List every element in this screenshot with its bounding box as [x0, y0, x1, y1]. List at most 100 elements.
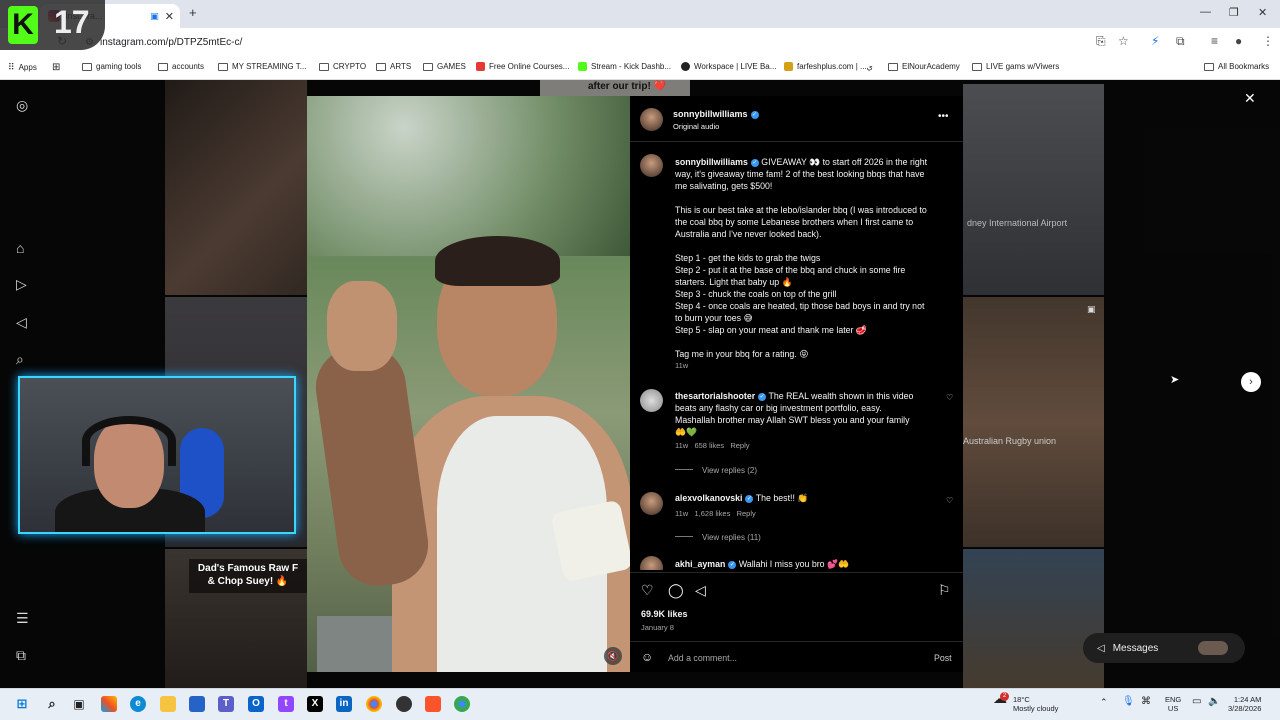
- post-comment-button[interactable]: Post: [934, 653, 952, 663]
- chrome-profile-icon[interactable]: [454, 696, 470, 712]
- messages-icon[interactable]: ◁: [16, 314, 27, 331]
- address-bar[interactable]: ⚙ instagram.com/p/DTPZ5mtEc-c/: [85, 33, 1145, 51]
- instagram-logo-icon[interactable]: ◎: [16, 97, 28, 114]
- display-icon[interactable]: ▭: [1192, 697, 1201, 707]
- tab-media-icon[interactable]: ▣: [150, 11, 159, 22]
- bookmark-star-icon[interactable]: ☆: [1118, 34, 1129, 48]
- mute-icon[interactable]: 🔇: [604, 647, 622, 665]
- reply-button[interactable]: Reply: [737, 509, 756, 518]
- network-icon[interactable]: ⌘: [1141, 697, 1151, 707]
- commenter-avatar[interactable]: [640, 492, 663, 515]
- verified-icon: ✓: [728, 561, 737, 569]
- more-options-icon[interactable]: •••: [938, 111, 949, 122]
- bookmark-gaming-tools[interactable]: gaming tools: [82, 62, 141, 71]
- comment-username[interactable]: thesartorialshooter: [675, 391, 755, 401]
- microphone-icon[interactable]: 🎙: [1122, 697, 1135, 707]
- x-icon[interactable]: X: [307, 696, 323, 712]
- bookmark-accounts[interactable]: accounts: [158, 62, 204, 71]
- view-replies-button[interactable]: View replies (11): [675, 533, 761, 542]
- extensions-puzzle-icon[interactable]: ⧉: [1176, 34, 1185, 49]
- tab-close-icon[interactable]: ✕: [165, 10, 174, 23]
- copilot-icon[interactable]: [101, 696, 117, 712]
- twitch-icon[interactable]: t: [278, 696, 294, 712]
- language-indicator[interactable]: ENG US: [1165, 695, 1181, 713]
- likes-count[interactable]: 69.9K likes: [641, 609, 688, 619]
- tab-groups-icon[interactable]: ⊞: [52, 62, 60, 73]
- bookmark-apps[interactable]: ⠿ Apps: [8, 62, 37, 73]
- like-icon[interactable]: ♡: [641, 582, 654, 599]
- also-from-meta-icon[interactable]: ⧉: [16, 647, 26, 664]
- comment-like-icon[interactable]: ♡: [946, 393, 953, 402]
- bookmark-kick-dashboard[interactable]: Stream - Kick Dashb...: [578, 62, 671, 71]
- search-icon[interactable]: ⌕: [16, 351, 24, 368]
- comment-likes[interactable]: 1,628 likes: [694, 509, 730, 518]
- file-explorer-icon[interactable]: [160, 696, 176, 712]
- chrome-menu-icon[interactable]: ⋮: [1262, 34, 1274, 48]
- comment-input[interactable]: Add a comment...: [668, 653, 737, 663]
- audio-label[interactable]: Original audio: [673, 122, 719, 131]
- start-icon[interactable]: ⊞: [14, 696, 30, 712]
- post-caption: sonnybillwilliams ✓ GIVEAWAY 👀 to start o…: [675, 156, 950, 372]
- folder-icon: [888, 62, 898, 71]
- commenter-avatar[interactable]: [640, 389, 663, 412]
- edge-icon[interactable]: e: [130, 696, 146, 712]
- weather-widget[interactable]: 18°C Mostly cloudy: [1013, 695, 1058, 713]
- search-icon[interactable]: ⌕: [44, 696, 60, 712]
- reels-icon[interactable]: ▷: [16, 276, 27, 293]
- author-avatar[interactable]: [640, 154, 663, 177]
- comment-like-icon[interactable]: ♡: [946, 496, 953, 505]
- reply-button[interactable]: Reply: [730, 441, 749, 450]
- extension-icon[interactable]: ⚡: [1151, 34, 1159, 48]
- bookmark-arts[interactable]: ARTS: [376, 62, 411, 71]
- clock[interactable]: 1:24 AM 3/28/2026: [1228, 695, 1261, 713]
- bookmark-farfeshplus[interactable]: farfeshplus.com | ...ي: [784, 62, 873, 71]
- home-icon[interactable]: ⌂: [16, 240, 24, 256]
- view-replies-button[interactable]: View replies (2): [675, 466, 757, 475]
- emoji-icon[interactable]: ☺: [641, 650, 653, 664]
- bookmark-crypto[interactable]: CRYPTO: [319, 62, 366, 71]
- comment-likes[interactable]: 658 likes: [694, 441, 724, 450]
- next-post-icon[interactable]: ›: [1241, 372, 1261, 392]
- volume-icon[interactable]: 🔈: [1208, 697, 1220, 707]
- save-icon[interactable]: ⚐: [938, 582, 951, 599]
- caption-username[interactable]: sonnybillwilliams: [675, 157, 748, 167]
- bookmark-live-games[interactable]: LIVE gams w/Viwers: [972, 62, 1059, 71]
- bookmark-free-courses[interactable]: Free Online Courses...: [476, 62, 569, 71]
- site-favicon-icon: [681, 62, 690, 71]
- media-control-icon[interactable]: ≡: [1211, 34, 1218, 48]
- outlook-icon[interactable]: O: [248, 696, 264, 712]
- add-comment-bar: ☺ Add a comment... Post: [630, 641, 963, 673]
- store-icon[interactable]: [189, 696, 205, 712]
- comment-item: alexvolkanovski ✓ The best!! 👏 11w 1,628 …: [675, 493, 809, 518]
- bookmark-workspace[interactable]: Workspace | LIVE Ba...: [681, 62, 776, 71]
- bookmark-elnour[interactable]: ElNourAcademy: [888, 62, 960, 71]
- bookmark-streaming[interactable]: MY STREAMING T...: [218, 62, 306, 71]
- teams-icon[interactable]: T: [218, 696, 234, 712]
- author-username[interactable]: sonnybillwilliams ✓: [673, 109, 759, 119]
- close-modal-icon[interactable]: ✕: [1244, 90, 1256, 107]
- more-menu-icon[interactable]: ☰: [16, 610, 29, 627]
- weather-badge: 2: [1000, 692, 1009, 701]
- task-view-icon[interactable]: ▣: [71, 696, 87, 712]
- comment-username[interactable]: akhi_ayman: [675, 559, 725, 569]
- author-avatar[interactable]: [640, 108, 663, 131]
- share-icon[interactable]: ◁: [695, 582, 706, 599]
- restore-icon[interactable]: ❐: [1229, 6, 1239, 19]
- post-video[interactable]: [307, 96, 630, 672]
- show-hidden-icons[interactable]: ⌃: [1100, 698, 1108, 707]
- bookmark-all[interactable]: All Bookmarks: [1204, 62, 1269, 71]
- chrome-icon[interactable]: [366, 696, 382, 712]
- obs-icon[interactable]: [396, 696, 412, 712]
- commenter-avatar[interactable]: [640, 556, 663, 570]
- window-close-icon[interactable]: ✕: [1258, 6, 1267, 19]
- install-app-icon[interactable]: ⎘: [1096, 34, 1106, 49]
- minimize-icon[interactable]: —: [1200, 6, 1211, 18]
- messages-button[interactable]: ◁ Messages: [1083, 633, 1245, 663]
- comment-icon[interactable]: ◯: [668, 582, 684, 599]
- bookmark-games[interactable]: GAMES: [423, 62, 466, 71]
- comment-username[interactable]: alexvolkanovski: [675, 493, 742, 503]
- brave-icon[interactable]: [425, 696, 441, 712]
- linkedin-icon[interactable]: in: [336, 696, 352, 712]
- profile-avatar-icon[interactable]: ●: [1235, 34, 1242, 48]
- new-tab-button[interactable]: +: [189, 5, 197, 20]
